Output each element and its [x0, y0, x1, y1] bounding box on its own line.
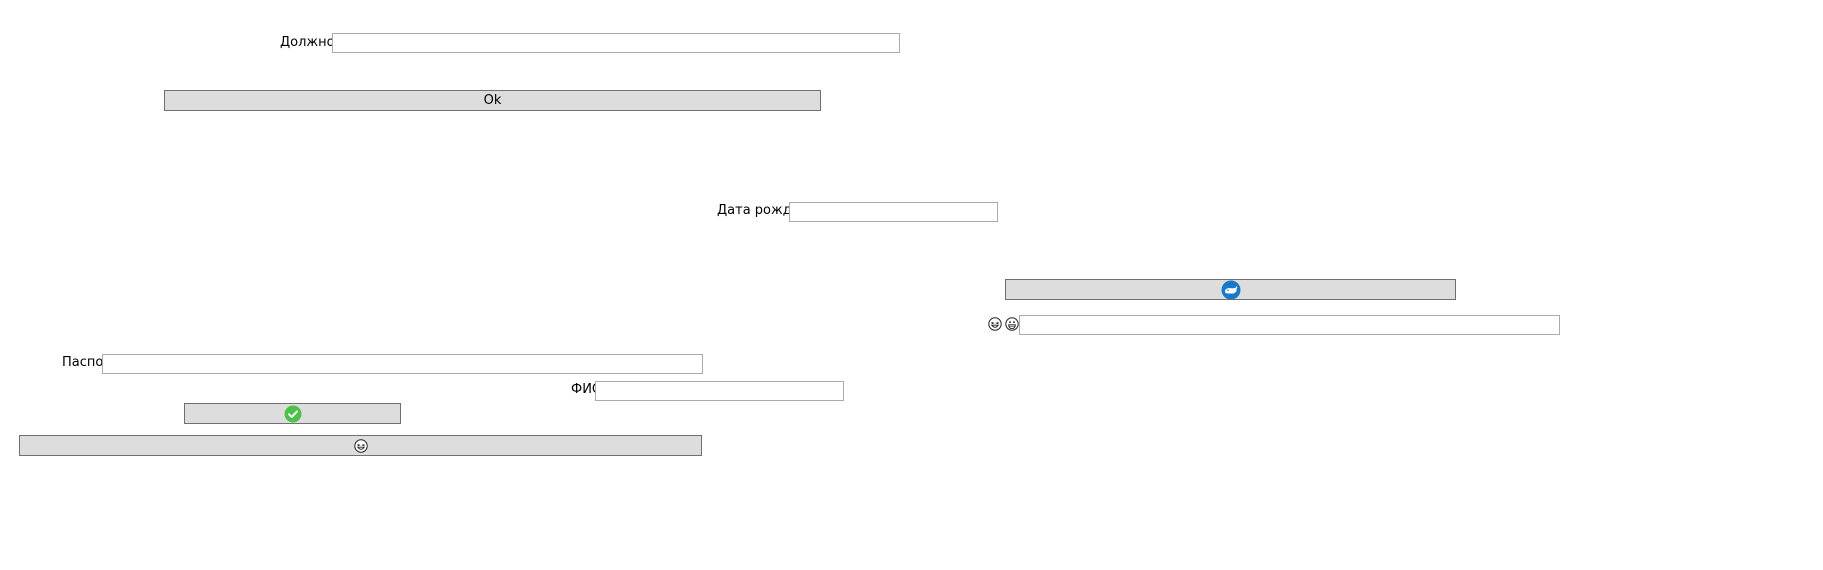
birth-date-input[interactable] — [789, 202, 998, 222]
emoji-text-input[interactable] — [1019, 315, 1560, 335]
whale-icon — [1221, 280, 1241, 300]
confirm-check-button[interactable] — [184, 403, 401, 424]
whale-button[interactable] — [1005, 279, 1456, 300]
grinning-squint-emoji-icon — [988, 317, 1002, 335]
ok-button[interactable]: Ok — [164, 90, 821, 111]
ok-button-label: Ok — [483, 93, 502, 108]
passport-input[interactable] — [102, 354, 703, 374]
grinning-emoji-icon — [1005, 317, 1019, 335]
grinning-squint-emoji-icon — [353, 438, 368, 453]
position-input[interactable] — [332, 33, 900, 53]
fio-input[interactable] — [595, 381, 844, 401]
green-check-icon — [284, 405, 302, 423]
emoji-button[interactable] — [19, 435, 702, 456]
